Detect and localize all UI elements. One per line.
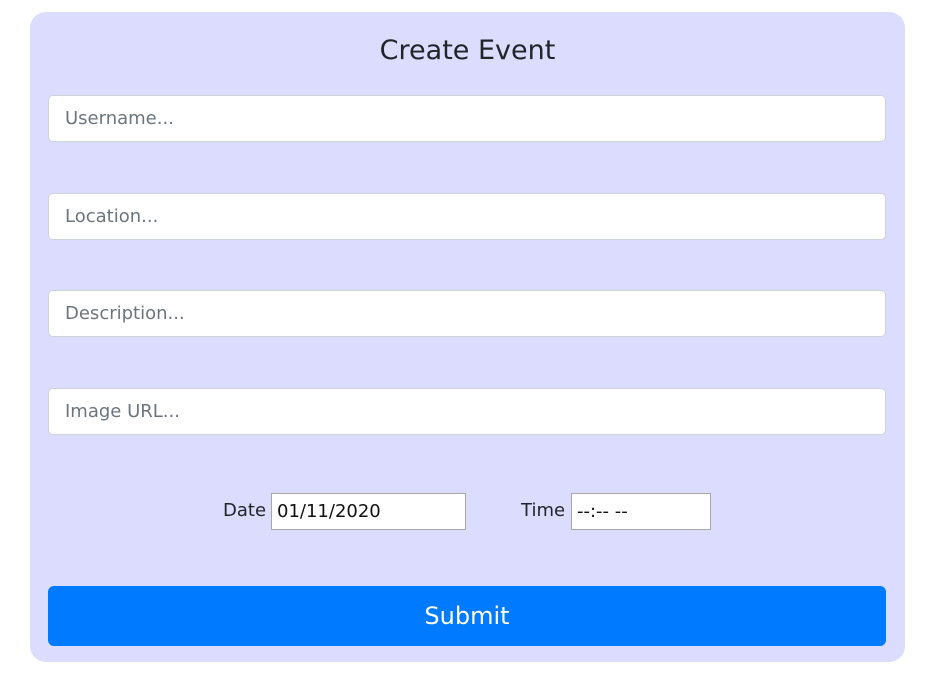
location-input[interactable] [48,193,886,240]
date-input[interactable]: 01/11/2020 [271,493,466,530]
submit-button[interactable]: Submit [48,586,886,646]
create-event-card: Create Event Date 01/11/2020 Time --:-- … [30,12,905,662]
time-label: Time [521,500,566,521]
username-input[interactable] [48,95,886,142]
time-input[interactable]: --:-- -- [571,493,711,530]
page-title: Create Event [379,35,556,66]
date-label: Date [223,500,267,521]
description-input[interactable] [48,290,886,337]
image-url-input[interactable] [48,388,886,435]
date-time-row: Date 01/11/2020 Time --:-- -- [30,493,905,530]
